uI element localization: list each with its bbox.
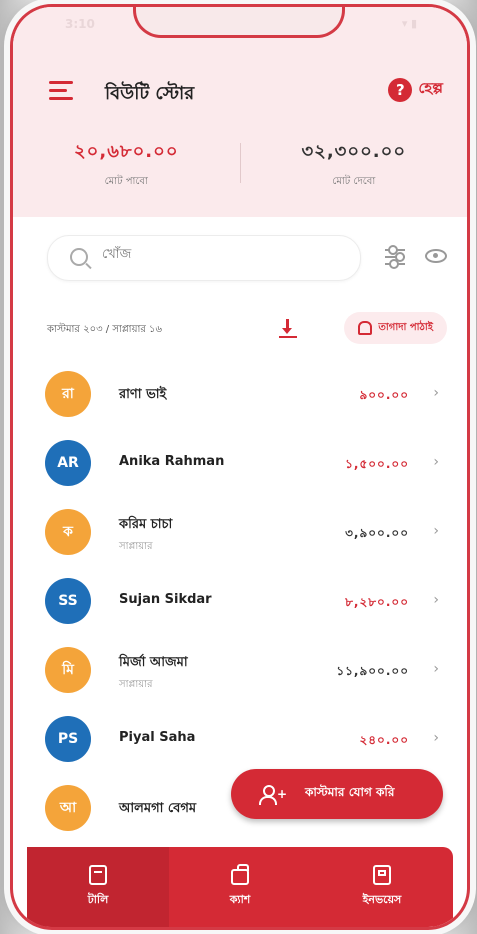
register-icon: [373, 864, 391, 885]
book-icon: [89, 864, 107, 885]
nav-tab[interactable]: ক্যাশ: [169, 847, 311, 927]
help-icon: ?: [388, 77, 413, 102]
customer-row[interactable]: মি মির্জা আজমা সাপ্লায়ার ১১,৯০০.০০ ›: [45, 635, 443, 704]
download-icon[interactable]: [275, 316, 301, 342]
search-box[interactable]: [47, 235, 361, 281]
payable-amount: ৩২,৩০০.০০: [301, 141, 407, 162]
phone-notch: [133, 7, 345, 38]
customer-name: Sujan Sikdar: [119, 592, 212, 607]
nav-tab[interactable]: ইনভয়েস: [311, 847, 453, 927]
chevron-right-icon: ›: [433, 454, 439, 470]
wallet-icon: [231, 863, 249, 885]
customer-row[interactable]: AR Anika Rahman ১,৫০০.০০ ›: [45, 428, 443, 497]
customer-row[interactable]: SS Sujan Sikdar ৮,২৮০.০০ ›: [45, 566, 443, 635]
customer-name: Anika Rahman: [119, 454, 225, 469]
help-label: হেল্প: [418, 79, 443, 97]
chevron-right-icon: ›: [433, 661, 439, 677]
store-title: বিউটি স্টোর: [105, 83, 195, 104]
customer-balance: ৮,২৮০.০০: [345, 595, 409, 609]
customer-name: আলমগা বেগম: [119, 801, 197, 816]
customer-avatar: SS: [45, 578, 91, 624]
search-row: [47, 235, 447, 281]
customer-count: কাস্টমার ২০৩ / সাপ্লায়ার ১৬: [47, 324, 163, 335]
status-time: 3:10: [65, 17, 95, 31]
summary-payable[interactable]: ৩২,৩০০.০০ মোট দেবো: [241, 137, 468, 197]
customer-avatar: আ: [45, 785, 91, 831]
customer-name: করিম চাচা: [119, 517, 173, 532]
chevron-right-icon: ›: [433, 523, 439, 539]
receivable-label: মোট পাবো: [104, 176, 148, 187]
customer-name: Piyal Saha: [119, 730, 196, 745]
customer-name: রাণা ভাই: [119, 387, 167, 402]
balance-summary: ২০,৬৮০.০০ মোট পাবো ৩২,৩০০.০০ মোট দেবো: [13, 137, 467, 197]
hamburger-menu-icon[interactable]: [49, 81, 73, 100]
payable-label: মোট দেবো: [332, 176, 376, 187]
customer-avatar: ক: [45, 509, 91, 555]
customer-avatar: AR: [45, 440, 91, 486]
help-button[interactable]: ? হেল্প: [388, 77, 443, 102]
eye-icon[interactable]: [425, 249, 447, 263]
list-meta-row: কাস্টমার ২০৩ / সাপ্লায়ার ১৬ তাগাদা পাঠা…: [47, 312, 447, 346]
customer-row[interactable]: PS Piyal Saha ২৪০.০০ ›: [45, 704, 443, 773]
customer-avatar: PS: [45, 716, 91, 762]
customer-type: সাপ্লায়ার: [119, 679, 153, 690]
customer-row[interactable]: ক করিম চাচা সাপ্লায়ার ৩,৯০০.০০ ›: [45, 497, 443, 566]
search-icon: [70, 248, 88, 266]
add-customer-label: কাস্টমার যোগ করি: [305, 785, 395, 799]
reminder-label: তাগাদা পাঠাই: [378, 321, 433, 333]
chevron-right-icon: ›: [433, 730, 439, 746]
send-reminder-button[interactable]: তাগাদা পাঠাই: [344, 312, 447, 344]
summary-receivable[interactable]: ২০,৬৮০.০০ মোট পাবো: [13, 137, 240, 197]
header-panel: 3:10 ▾ ▮ বিউটি স্টোর ? হেল্প ২০,৬৮০.০০ ম…: [13, 7, 467, 217]
add-customer-button[interactable]: + কাস্টমার যোগ করি: [231, 769, 443, 819]
customer-avatar: মি: [45, 647, 91, 693]
customer-balance: ১১,৯০০.০০: [336, 664, 409, 678]
chevron-right-icon: ›: [433, 385, 439, 401]
bell-icon: [358, 321, 373, 335]
customer-row[interactable]: রা রাণা ভাই ৯০০.০০ ›: [45, 359, 443, 428]
receivable-amount: ২০,৬৮০.০০: [73, 141, 179, 162]
add-person-icon: +: [259, 785, 287, 805]
search-input[interactable]: [100, 246, 344, 263]
customer-balance: ১,৫০০.০০: [345, 457, 409, 471]
nav-tab-label: ক্যাশ: [229, 892, 251, 906]
customer-avatar: রা: [45, 371, 91, 417]
customer-balance: ৯০০.০০: [359, 388, 409, 402]
nav-tab[interactable]: টালি: [27, 847, 169, 927]
customer-balance: ২৪০.০০: [359, 733, 409, 747]
nav-tab-label: টালি: [87, 892, 109, 906]
customer-type: সাপ্লায়ার: [119, 541, 153, 552]
nav-tab-label: ইনভয়েস: [362, 892, 402, 906]
customer-balance: ৩,৯০০.০০: [345, 526, 409, 540]
status-icons: ▾ ▮: [401, 17, 417, 30]
phone-frame: 3:10 ▾ ▮ বিউটি স্টোর ? হেল্প ২০,৬৮০.০০ ম…: [10, 4, 470, 930]
chevron-right-icon: ›: [433, 592, 439, 608]
filter-icon[interactable]: [385, 245, 405, 269]
customer-name: মির্জা আজমা: [119, 655, 188, 670]
app-bar: বিউটি স্টোর ? হেল্প: [13, 71, 467, 111]
bottom-navigation: টালি ক্যাশ ইনভয়েস: [27, 847, 453, 927]
